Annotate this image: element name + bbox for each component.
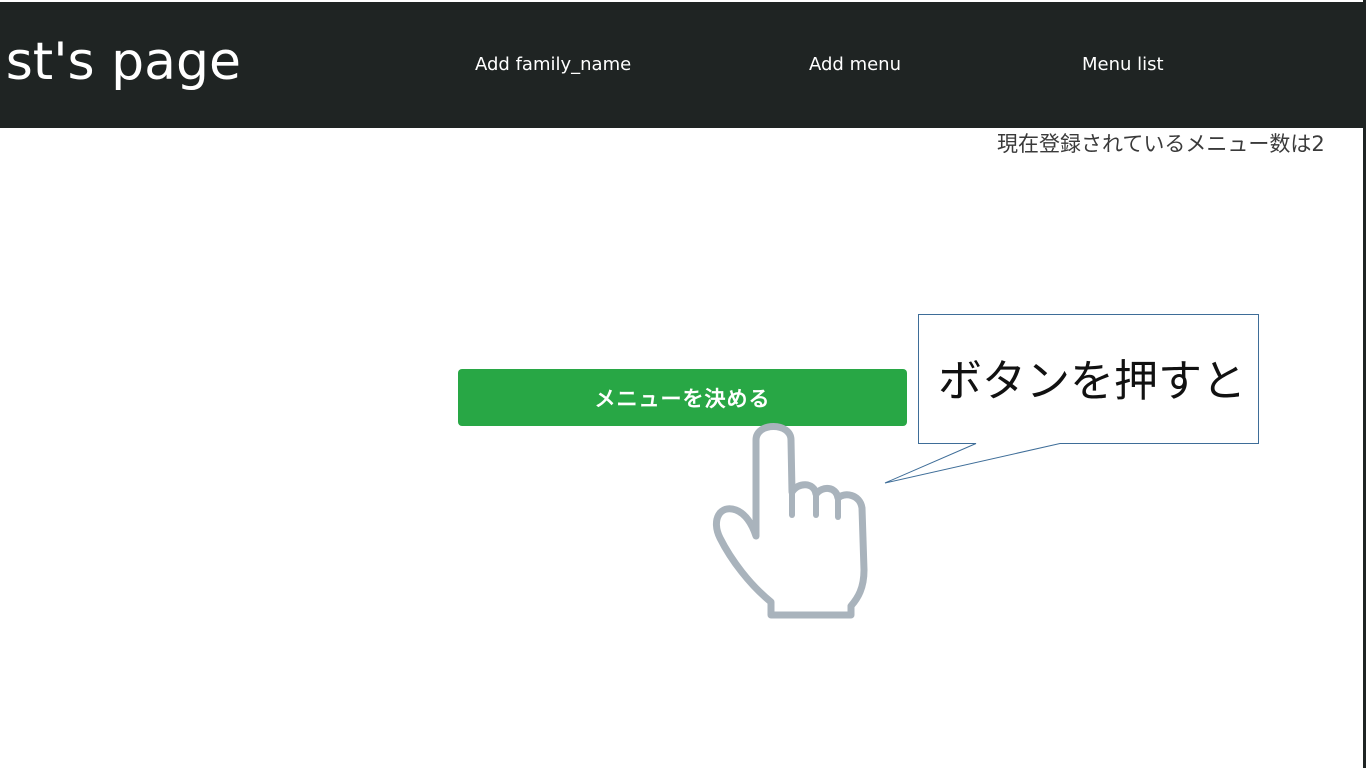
nav-add-menu-link[interactable]: Add menu <box>809 52 901 78</box>
nav-add-family-name-link[interactable]: Add family_name <box>475 52 631 78</box>
site-title: st's page <box>5 32 241 92</box>
nav-menu-list-link[interactable]: Menu list <box>1082 52 1164 78</box>
menu-count-text: 現在登録されているメニュー数は2 <box>997 132 1325 156</box>
pointing-hand-icon <box>712 423 868 619</box>
navbar: st's page Add family_name Add menu Menu … <box>0 2 1363 128</box>
decide-menu-button[interactable]: メニューを決める <box>458 369 907 426</box>
callout-text: ボタンを押すと <box>938 356 1246 407</box>
